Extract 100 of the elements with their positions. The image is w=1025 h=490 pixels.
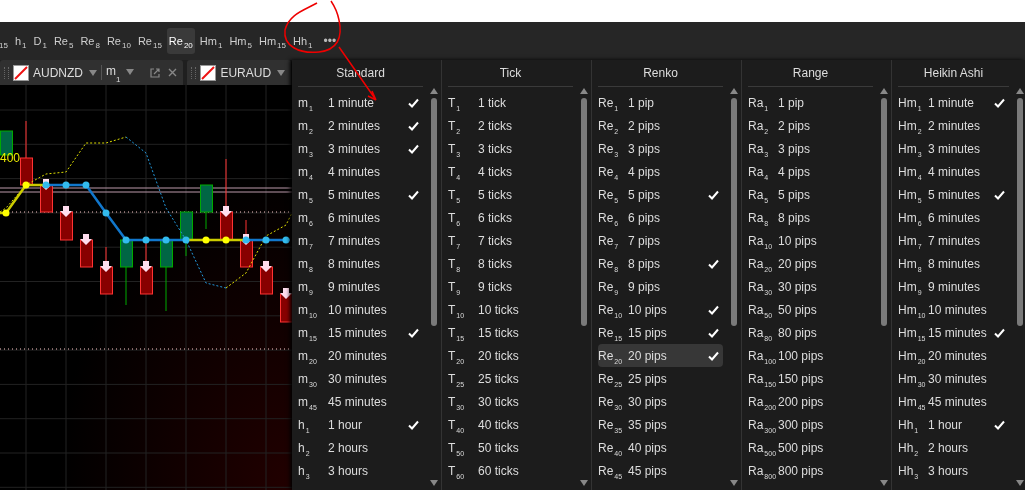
timeframe-button[interactable]: Re$_{15}$	[135, 28, 164, 54]
timeframe-option[interactable]: T$_{50}$ 50 ticks	[448, 436, 573, 459]
timeframe-dropdown[interactable]: m$_{1}$	[106, 64, 135, 81]
timeframe-option[interactable]: Ra$_{150}$ 150 pips	[748, 367, 873, 390]
timeframe-option[interactable]: T$_{30}$ 30 ticks	[448, 390, 573, 413]
symbol-dropdown[interactable]: AUDNZD	[33, 65, 97, 80]
timeframe-option[interactable]: Re$_{20}$ 20 pips	[598, 344, 723, 367]
timeframe-option[interactable]: Re$_{10}$ 10 pips	[598, 298, 723, 321]
timeframe-option[interactable]: Re$_{5}$ 5 pips	[598, 183, 723, 206]
timeframe-option[interactable]: Hm$_{7}$ 7 minutes	[898, 229, 1009, 252]
timeframe-option[interactable]: Ra$_{20}$ 20 pips	[748, 252, 873, 275]
timeframe-option[interactable]: Re$_{30}$ 30 pips	[598, 390, 723, 413]
timeframe-option[interactable]: Re$_{1}$ 1 pip	[598, 91, 723, 114]
timeframe-option[interactable]: m$_{45}$ 45 minutes	[298, 390, 423, 413]
timeframe-option[interactable]: m$_{30}$ 30 minutes	[298, 367, 423, 390]
timeframe-option[interactable]: T$_{2}$ 2 ticks	[448, 114, 573, 137]
chart-tab[interactable]: EURAUD	[187, 60, 292, 85]
timeframe-option[interactable]: m$_{15}$ 15 minutes	[298, 321, 423, 344]
timeframe-option[interactable]: h$_{3}$ 3 hours	[298, 459, 423, 482]
timeframe-option[interactable]: m$_{1}$ 1 minute	[298, 91, 423, 114]
timeframe-option[interactable]: Hm$_{2}$ 2 minutes	[898, 114, 1009, 137]
timeframe-option[interactable]: Ra$_{300}$ 300 pips	[748, 413, 873, 436]
timeframe-option[interactable]: m$_{20}$ 20 minutes	[298, 344, 423, 367]
timeframe-option[interactable]: Hm$_{6}$ 6 minutes	[898, 206, 1009, 229]
timeframe-button[interactable]: 15	[0, 28, 10, 54]
timeframe-option[interactable]: T$_{20}$ 20 ticks	[448, 344, 573, 367]
timeframe-option[interactable]: Ra$_{30}$ 30 pips	[748, 275, 873, 298]
timeframe-option[interactable]: Hh$_{1}$ 1 hour	[898, 413, 1009, 436]
timeframe-option[interactable]: Hm$_{10}$ 10 minutes	[898, 298, 1009, 321]
timeframe-option[interactable]: T$_{9}$ 9 ticks	[448, 275, 573, 298]
timeframe-option[interactable]: T$_{1}$ 1 tick	[448, 91, 573, 114]
chart-tab[interactable]: AUDNZD m$_{1}$	[0, 60, 184, 85]
timeframe-option[interactable]: Hh$_{3}$ 3 hours	[898, 459, 1009, 482]
timeframe-option[interactable]: Ra$_{80}$ 80 pips	[748, 321, 873, 344]
timeframe-option[interactable]: T$_{4}$ 4 ticks	[448, 160, 573, 183]
timeframe-option[interactable]: m$_{3}$ 3 minutes	[298, 137, 423, 160]
timeframe-option[interactable]: T$_{3}$ 3 ticks	[448, 137, 573, 160]
timeframe-option[interactable]: T$_{10}$ 10 ticks	[448, 298, 573, 321]
timeframe-option[interactable]: T$_{60}$ 60 ticks	[448, 459, 573, 482]
timeframe-option[interactable]: Re$_{25}$ 25 pips	[598, 367, 723, 390]
timeframe-option[interactable]: T$_{40}$ 40 ticks	[448, 413, 573, 436]
timeframe-button[interactable]: Re$_{8}$	[78, 28, 102, 54]
timeframe-option[interactable]: Ra$_{200}$ 200 pips	[748, 390, 873, 413]
timeframe-option[interactable]: T$_{5}$ 5 ticks	[448, 183, 573, 206]
timeframe-option[interactable]: Hh$_{2}$ 2 hours	[898, 436, 1009, 459]
timeframe-option[interactable]: Hm$_{1}$ 1 minute	[898, 91, 1009, 114]
more-button[interactable]: •••	[321, 28, 339, 54]
timeframe-button[interactable]: Hm$_{1}$	[197, 28, 225, 54]
timeframe-option[interactable]: Re$_{7}$ 7 pips	[598, 229, 723, 252]
timeframe-option[interactable]: m$_{10}$ 10 minutes	[298, 298, 423, 321]
timeframe-option[interactable]: m$_{7}$ 7 minutes	[298, 229, 423, 252]
timeframe-option[interactable]: h$_{2}$ 2 hours	[298, 436, 423, 459]
timeframe-button[interactable]: Hm$_{15}$	[256, 28, 288, 54]
timeframe-option[interactable]: m$_{8}$ 8 minutes	[298, 252, 423, 275]
timeframe-option[interactable]: Re$_{6}$ 6 pips	[598, 206, 723, 229]
timeframe-button[interactable]: Hh$_{1}$	[290, 28, 315, 54]
timeframe-option[interactable]: Ra$_{5}$ 5 pips	[748, 183, 873, 206]
timeframe-option[interactable]: Ra$_{8}$ 8 pips	[748, 206, 873, 229]
timeframe-option[interactable]: Re$_{9}$ 9 pips	[598, 275, 723, 298]
timeframe-option[interactable]: Hm$_{30}$ 30 minutes	[898, 367, 1009, 390]
timeframe-option[interactable]: Hm$_{3}$ 3 minutes	[898, 137, 1009, 160]
timeframe-option[interactable]: Re$_{45}$ 45 pips	[598, 459, 723, 482]
timeframe-button[interactable]: Re$_{10}$	[104, 28, 133, 54]
timeframe-option[interactable]: Hm$_{4}$ 4 minutes	[898, 160, 1009, 183]
timeframe-option[interactable]: Re$_{3}$ 3 pips	[598, 137, 723, 160]
timeframe-option[interactable]: m$_{6}$ 6 minutes	[298, 206, 423, 229]
timeframe-option[interactable]: Ra$_{800}$ 800 pips	[748, 459, 873, 482]
timeframe-option[interactable]: T$_{25}$ 25 ticks	[448, 367, 573, 390]
timeframe-option[interactable]: Ra$_{50}$ 50 pips	[748, 298, 873, 321]
timeframe-option[interactable]: Ra$_{500}$ 500 pips	[748, 436, 873, 459]
timeframe-option[interactable]: Ra$_{1}$ 1 pip	[748, 91, 873, 114]
timeframe-option[interactable]: Re$_{2}$ 2 pips	[598, 114, 723, 137]
timeframe-option[interactable]: Ra$_{3}$ 3 pips	[748, 137, 873, 160]
timeframe-option[interactable]: h$_{1}$ 1 hour	[298, 413, 423, 436]
timeframe-option[interactable]: Hm$_{15}$ 15 minutes	[898, 321, 1009, 344]
timeframe-option[interactable]: T$_{6}$ 6 ticks	[448, 206, 573, 229]
timeframe-option[interactable]: Ra$_{2}$ 2 pips	[748, 114, 873, 137]
timeframe-option[interactable]: m$_{5}$ 5 minutes	[298, 183, 423, 206]
timeframe-option[interactable]: m$_{4}$ 4 minutes	[298, 160, 423, 183]
symbol-dropdown[interactable]: EURAUD	[220, 65, 286, 80]
timeframe-button[interactable]: h$_{1}$	[12, 28, 29, 54]
timeframe-option[interactable]: Re$_{4}$ 4 pips	[598, 160, 723, 183]
timeframe-option[interactable]: Hm$_{8}$ 8 minutes	[898, 252, 1009, 275]
timeframe-option[interactable]: T$_{7}$ 7 ticks	[448, 229, 573, 252]
timeframe-option[interactable]: Hm$_{20}$ 20 minutes	[898, 344, 1009, 367]
timeframe-option[interactable]: m$_{2}$ 2 minutes	[298, 114, 423, 137]
timeframe-option[interactable]: Ra$_{10}$ 10 pips	[748, 229, 873, 252]
timeframe-option[interactable]: Hm$_{45}$ 45 minutes	[898, 390, 1009, 413]
timeframe-option[interactable]: Re$_{40}$ 40 pips	[598, 436, 723, 459]
timeframe-option[interactable]: Hm$_{5}$ 5 minutes	[898, 183, 1009, 206]
timeframe-option[interactable]: Re$_{8}$ 8 pips	[598, 252, 723, 275]
timeframe-option[interactable]: Ra$_{100}$ 100 pips	[748, 344, 873, 367]
timeframe-option[interactable]: m$_{9}$ 9 minutes	[298, 275, 423, 298]
timeframe-button[interactable]: Hm$_{5}$	[227, 28, 254, 54]
timeframe-option[interactable]: T$_{15}$ 15 ticks	[448, 321, 573, 344]
timeframe-option[interactable]: Hm$_{9}$ 9 minutes	[898, 275, 1009, 298]
timeframe-option[interactable]: Re$_{35}$ 35 pips	[598, 413, 723, 436]
timeframe-option[interactable]: Re$_{15}$ 15 pips	[598, 321, 723, 344]
timeframe-button[interactable]: Re$_{20}$	[166, 28, 195, 54]
timeframe-option[interactable]: Ra$_{4}$ 4 pips	[748, 160, 873, 183]
